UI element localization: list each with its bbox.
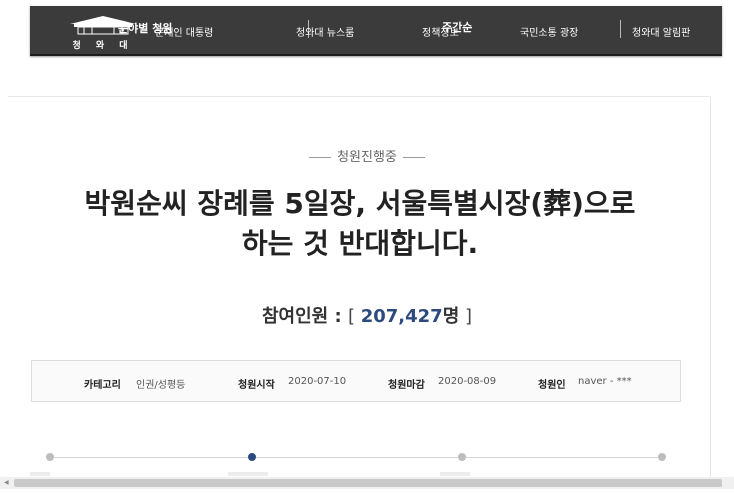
scroll-left-arrow-icon[interactable]: ◀ xyxy=(4,477,9,489)
progress-step-dot xyxy=(458,453,466,461)
status-text: 청원진행중 xyxy=(337,150,397,165)
category-value: 인권/성평등 xyxy=(136,380,186,391)
top-navigation-bar: 청 와 대 분야별 청원 주간순 문재인 대통령 청와대 뉴스룸 정책정보 국민… xyxy=(30,6,722,56)
start-date-value: 2020-07-10 xyxy=(288,376,347,387)
participants-bracket-open: [ xyxy=(347,306,361,327)
nav-item-communication-plaza[interactable]: 국민소통 광장 xyxy=(520,24,578,39)
progress-track xyxy=(50,457,662,458)
start-date-label: 청원시작 xyxy=(238,380,275,391)
logo-text: 청 와 대 xyxy=(72,41,134,51)
petition-title-line-2: 하는 것 반대합니다. xyxy=(241,227,479,260)
progress-step-label-clipped xyxy=(228,472,268,476)
nav-separator xyxy=(620,20,621,38)
progress-step-dot xyxy=(46,453,54,461)
petition-title-line-1: 박원순씨 장례를 5일장, 서울특별시장(葬)으로 xyxy=(84,187,636,220)
end-date-value: 2020-08-09 xyxy=(438,376,497,387)
author-value: naver - *** xyxy=(578,376,632,387)
nav-item-president[interactable]: 문재인 대통령 xyxy=(155,24,213,39)
status-dash-left xyxy=(309,157,332,158)
header-divider xyxy=(8,96,710,97)
author-label: 청원인 xyxy=(538,380,566,391)
status-dash-right xyxy=(402,157,425,158)
scrollbar-thumb[interactable] xyxy=(14,479,722,487)
progress-step-label-clipped xyxy=(30,472,50,476)
nav-item-notice-board[interactable]: 청와대 알림판 xyxy=(632,24,690,39)
horizontal-scrollbar[interactable]: ◀ xyxy=(0,477,734,489)
progress-step-dot-active xyxy=(248,453,256,461)
petition-status: 청원진행중 xyxy=(0,146,734,165)
petition-title: 박원순씨 장례를 5일장, 서울특별시장(葬)으로 하는 것 반대합니다. xyxy=(30,184,690,264)
progress-step-dot xyxy=(658,453,666,461)
participants-label: 참여인원 : xyxy=(261,306,348,327)
progress-step-label-clipped xyxy=(440,472,470,476)
petition-info-box: 카테고리 인권/성평등 청원시작 2020-07-10 청원마감 2020-08… xyxy=(31,360,681,402)
participants-unit: 명 xyxy=(442,306,460,327)
participants-bracket-close: ] xyxy=(459,306,473,327)
nav-item-policy-info[interactable]: 정책정보 xyxy=(422,24,459,39)
participants-number: 207,427 xyxy=(360,306,443,327)
nav-item-newsroom[interactable]: 청와대 뉴스룸 xyxy=(296,24,354,39)
category-label: 카테고리 xyxy=(84,380,121,391)
participant-count: 참여인원 : [ 207,427명 ] xyxy=(0,302,734,328)
end-date-label: 청원마감 xyxy=(388,380,425,391)
